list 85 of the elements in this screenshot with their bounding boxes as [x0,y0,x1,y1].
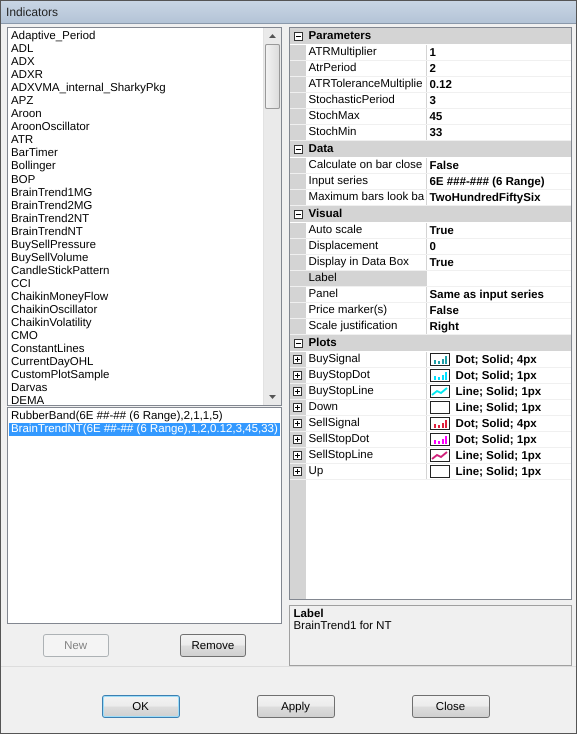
property-name[interactable]: AtrPeriod [306,61,427,76]
scroll-down-icon[interactable] [268,394,277,400]
plot-style-value[interactable]: Dot; Solid; 1px [456,370,537,382]
property-name[interactable]: Auto scale [306,223,427,238]
expand-icon[interactable] [293,371,302,380]
property-value[interactable]: 0 [430,240,436,252]
indicator-item[interactable]: APZ [11,95,263,108]
property-value[interactable]: 1 [430,46,436,58]
indicator-item[interactable]: BarTimer [11,147,263,160]
indicator-item[interactable]: BuySellVolume [11,252,263,265]
category-title: Visual [308,208,342,220]
property-value[interactable]: Same as input series [430,288,544,300]
description-title: Label [294,608,325,620]
indicator-item[interactable]: CMO [11,330,263,344]
property-value[interactable]: Right [430,320,459,332]
property-value[interactable]: 2 [430,62,436,74]
property-name[interactable]: ATRToleranceMultiplie [306,77,427,92]
indicator-item[interactable]: ADXR [11,69,263,82]
indicator-item[interactable]: BrainTrend2NT [11,212,263,226]
indicator-item[interactable]: ADL [11,43,263,56]
expand-icon[interactable] [293,403,302,412]
plot-style-value[interactable]: Line; Solid; 1px [456,402,542,414]
collapse-icon[interactable] [294,144,303,154]
scroll-up-icon[interactable] [268,33,277,39]
property-value[interactable]: 6E ###-### (6 Range) [430,176,545,188]
property-value[interactable]: True [430,256,454,268]
dialog-button[interactable]: Close [412,695,490,718]
indicator-item[interactable]: Aroon [11,108,263,122]
plot-style-value[interactable]: Line; Solid; 1px [456,466,542,478]
indicator-item[interactable]: BrainTrend2MG [11,200,263,213]
indicator-item[interactable]: ChaikinOscillator [11,304,263,318]
window-title: Indicators [6,5,58,19]
plot-style-value[interactable]: Dot; Solid; 4px [456,418,537,430]
scrollbar[interactable] [262,28,281,405]
indicator-item[interactable]: Darvas [11,382,263,396]
category-title: Plots [308,337,337,349]
indicator-item[interactable]: CCI [11,278,263,291]
scroll-thumb[interactable] [264,44,280,109]
indicator-item[interactable]: CandleStickPattern [11,264,263,278]
expand-icon[interactable] [293,387,302,396]
indicator-item[interactable]: Adaptive_Period [11,30,263,44]
property-value[interactable]: 45 [430,110,442,122]
property-value[interactable]: False [430,160,459,172]
indicator-item[interactable]: DEMA [11,395,263,405]
indicator-item[interactable]: BOP [11,174,263,187]
expand-icon[interactable] [293,467,302,476]
dialog-button[interactable]: OK [102,695,180,718]
expand-icon[interactable] [293,419,302,428]
indicator-item[interactable]: AroonOscillator [11,121,263,134]
property-value[interactable]: True [430,224,454,236]
property-value[interactable]: 33 [430,126,442,138]
plot-style-value[interactable]: Dot; Solid; 1px [456,434,537,446]
expand-icon[interactable] [293,355,302,364]
expand-icon[interactable] [293,435,302,444]
collapse-icon[interactable] [294,338,303,348]
plot-style-value[interactable]: Line; Solid; 1px [456,450,542,462]
indicator-item[interactable]: CustomPlotSample [11,369,263,382]
collapse-icon[interactable] [294,210,303,218]
indicator-item[interactable]: Bollinger [11,160,263,174]
property-value[interactable]: False [430,304,459,316]
indicator-item[interactable]: BrainTrend1MG [11,186,263,200]
property-name[interactable]: Label [306,271,427,286]
property-value[interactable]: 3 [430,94,436,106]
indicator-item[interactable]: ADX [11,56,263,70]
category-title: Parameters [308,30,372,42]
indicator-item[interactable]: CurrentDayOHL [11,356,263,370]
indicator-item[interactable]: BuySellPressure [11,238,263,252]
property-name[interactable]: ATRMultiplier [306,45,427,60]
expand-icon[interactable] [293,451,302,460]
indicator-item[interactable]: ATR [11,134,263,148]
indicator-item[interactable]: ConstantLines [11,343,263,356]
dialog-button[interactable]: Apply [256,695,334,718]
applied-item[interactable]: RubberBand(6E ##-## (6 Range),2,1,1,5) [9,410,280,423]
indicator-item[interactable]: ADXVMA_internal_SharkyPkg [11,82,263,96]
plot-style-value[interactable]: Line; Solid; 1px [456,386,542,398]
indicator-item[interactable]: ChaikinMoneyFlow [11,290,263,304]
plot-style-value[interactable]: Dot; Solid; 4px [456,354,537,366]
category-title: Data [308,143,334,155]
list-button[interactable]: Remove [180,634,246,657]
indicator-item[interactable]: ChaikinVolatility [11,317,263,330]
collapse-icon[interactable] [294,32,303,40]
indicator-item[interactable]: BrainTrendNT [11,226,263,239]
description-text: BrainTrend1 for NT [294,620,393,632]
property-value[interactable]: TwoHundredFiftySix [430,192,540,204]
property-value[interactable]: 0.12 [430,78,452,90]
